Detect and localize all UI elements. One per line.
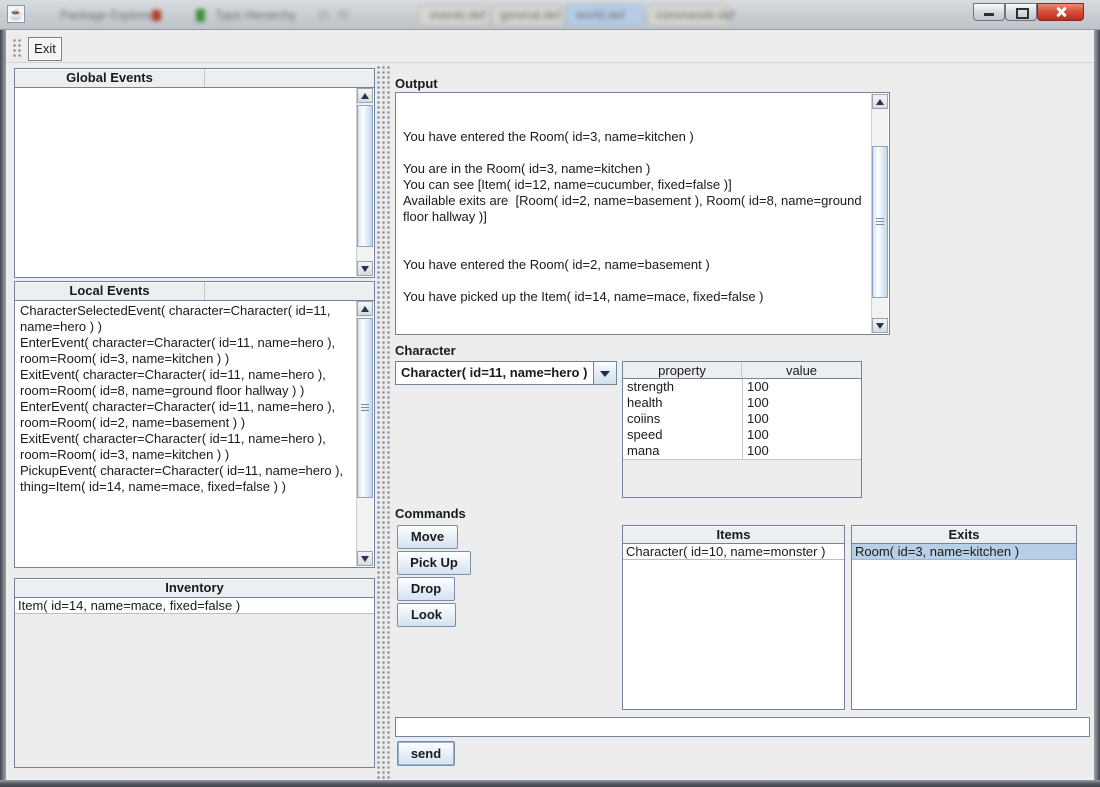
output-scrollbar[interactable]: [871, 94, 888, 333]
local-events-header: Local Events: [15, 282, 374, 301]
thumb-grip: [361, 404, 369, 412]
property-cell: coiins: [623, 411, 660, 427]
scroll-down-button[interactable]: [357, 261, 373, 276]
background-tab-label: general.def: [500, 7, 560, 24]
global-events-title: Global Events: [15, 69, 205, 87]
close-icon: [1055, 6, 1067, 18]
global-events-panel: Global Events: [14, 68, 375, 278]
command-input[interactable]: [395, 717, 1090, 737]
application-window: Package Explorer Type Hierarchy events.d…: [0, 0, 1100, 787]
character-properties-table: property value strength 100 health 100 c…: [622, 361, 862, 498]
close-button[interactable]: [1037, 3, 1084, 21]
local-events-scrollbar[interactable]: [356, 301, 373, 566]
move-button[interactable]: Move: [397, 525, 458, 549]
scroll-thumb[interactable]: [357, 318, 373, 498]
background-icon: [318, 10, 329, 20]
split-pane-divider[interactable]: [377, 66, 390, 779]
table-row[interactable]: mana 100: [623, 443, 861, 460]
items-row[interactable]: Character( id=10, name=monster ): [623, 544, 844, 560]
local-events-list[interactable]: CharacterSelectedEvent( character=Charac…: [16, 301, 356, 566]
maximize-icon: [1016, 8, 1029, 19]
scroll-thumb[interactable]: [357, 105, 373, 247]
java-app-icon[interactable]: [7, 5, 25, 23]
toolbar-drag-handle[interactable]: [13, 39, 23, 59]
property-cell: speed: [623, 427, 662, 443]
arrow-up-icon: [361, 306, 369, 312]
pick-up-button[interactable]: Pick Up: [397, 551, 471, 575]
background-green-icon: [196, 9, 205, 22]
scroll-up-button[interactable]: [357, 88, 373, 103]
value-cell: 100: [742, 379, 769, 395]
local-events-title: Local Events: [15, 282, 205, 300]
chevron-down-icon: [600, 371, 610, 377]
value-cell: 100: [742, 443, 769, 459]
exits-row-selected[interactable]: Room( id=3, name=kitchen ): [852, 544, 1076, 560]
value-cell: 100: [742, 427, 769, 443]
output-panel: You have entered the Room( id=3, name=ki…: [395, 92, 890, 335]
column-header-value: value: [742, 362, 861, 379]
table-row[interactable]: strength 100: [623, 379, 861, 396]
table-row[interactable]: coiins 100: [623, 411, 861, 428]
scroll-thumb[interactable]: [872, 146, 888, 298]
minimize-button[interactable]: [973, 3, 1005, 21]
background-tab-label: Package Explorer: [60, 7, 155, 24]
property-cell: strength: [623, 379, 674, 395]
look-button[interactable]: Look: [397, 603, 456, 627]
items-title: Items: [717, 527, 751, 542]
title-bar[interactable]: Package Explorer Type Hierarchy events.d…: [0, 0, 1100, 30]
inventory-header: Inventory: [15, 579, 374, 598]
exit-button[interactable]: Exit: [28, 37, 62, 61]
character-select-value: Character( id=11, name=hero ): [401, 365, 587, 380]
background-icon: [338, 10, 349, 20]
exits-header: Exits: [852, 526, 1076, 544]
character-select[interactable]: Character( id=11, name=hero ): [395, 361, 617, 385]
inventory-item-row[interactable]: Item( id=14, name=mace, fixed=false ): [15, 598, 374, 614]
background-tab-label: commands.def: [656, 7, 735, 24]
scroll-down-button[interactable]: [872, 318, 888, 333]
arrow-down-icon: [876, 323, 884, 329]
character-label: Character: [395, 343, 456, 358]
property-cell: mana: [623, 443, 660, 459]
output-text-area[interactable]: You have entered the Room( id=3, name=ki…: [397, 94, 871, 333]
minimize-icon: [984, 13, 994, 16]
scroll-up-button[interactable]: [357, 301, 373, 316]
scroll-up-button[interactable]: [872, 94, 888, 109]
maximize-button[interactable]: [1005, 3, 1037, 21]
thumb-grip: [876, 218, 884, 226]
table-row[interactable]: speed 100: [623, 427, 861, 444]
global-events-list[interactable]: [16, 88, 356, 276]
commands-label: Commands: [395, 506, 466, 521]
combo-arrow-button[interactable]: [593, 362, 616, 384]
toolbar: [6, 33, 1094, 63]
exits-title: Exits: [948, 527, 979, 542]
local-events-panel: Local Events CharacterSelectedEvent( cha…: [14, 281, 375, 568]
arrow-up-icon: [876, 99, 884, 105]
background-tab-label: Type Hierarchy: [215, 7, 296, 24]
window-border-bottom: [0, 780, 1100, 787]
window-border-right: [1094, 30, 1100, 780]
drop-button[interactable]: Drop: [397, 577, 455, 601]
scroll-down-button[interactable]: [357, 551, 373, 566]
arrow-down-icon: [361, 266, 369, 272]
background-tab-label: world.def: [576, 7, 625, 24]
items-header: Items: [623, 526, 844, 544]
arrow-up-icon: [361, 93, 369, 99]
global-events-scrollbar[interactable]: [356, 88, 373, 276]
inventory-panel: Inventory Item( id=14, name=mace, fixed=…: [14, 578, 375, 768]
arrow-down-icon: [361, 556, 369, 562]
background-tab-label: events.def: [430, 7, 485, 24]
column-header-property: property: [623, 362, 742, 379]
inventory-title: Inventory: [165, 580, 224, 595]
background-red-icon: [152, 10, 161, 21]
send-button[interactable]: send: [397, 741, 455, 766]
property-cell: health: [623, 395, 662, 411]
value-cell: 100: [742, 395, 769, 411]
global-events-header: Global Events: [15, 69, 374, 88]
items-table: Items Character( id=10, name=monster ): [622, 525, 845, 710]
table-row[interactable]: health 100: [623, 395, 861, 412]
exits-table: Exits Room( id=3, name=kitchen ): [851, 525, 1077, 710]
output-label: Output: [395, 76, 438, 91]
value-cell: 100: [742, 411, 769, 427]
